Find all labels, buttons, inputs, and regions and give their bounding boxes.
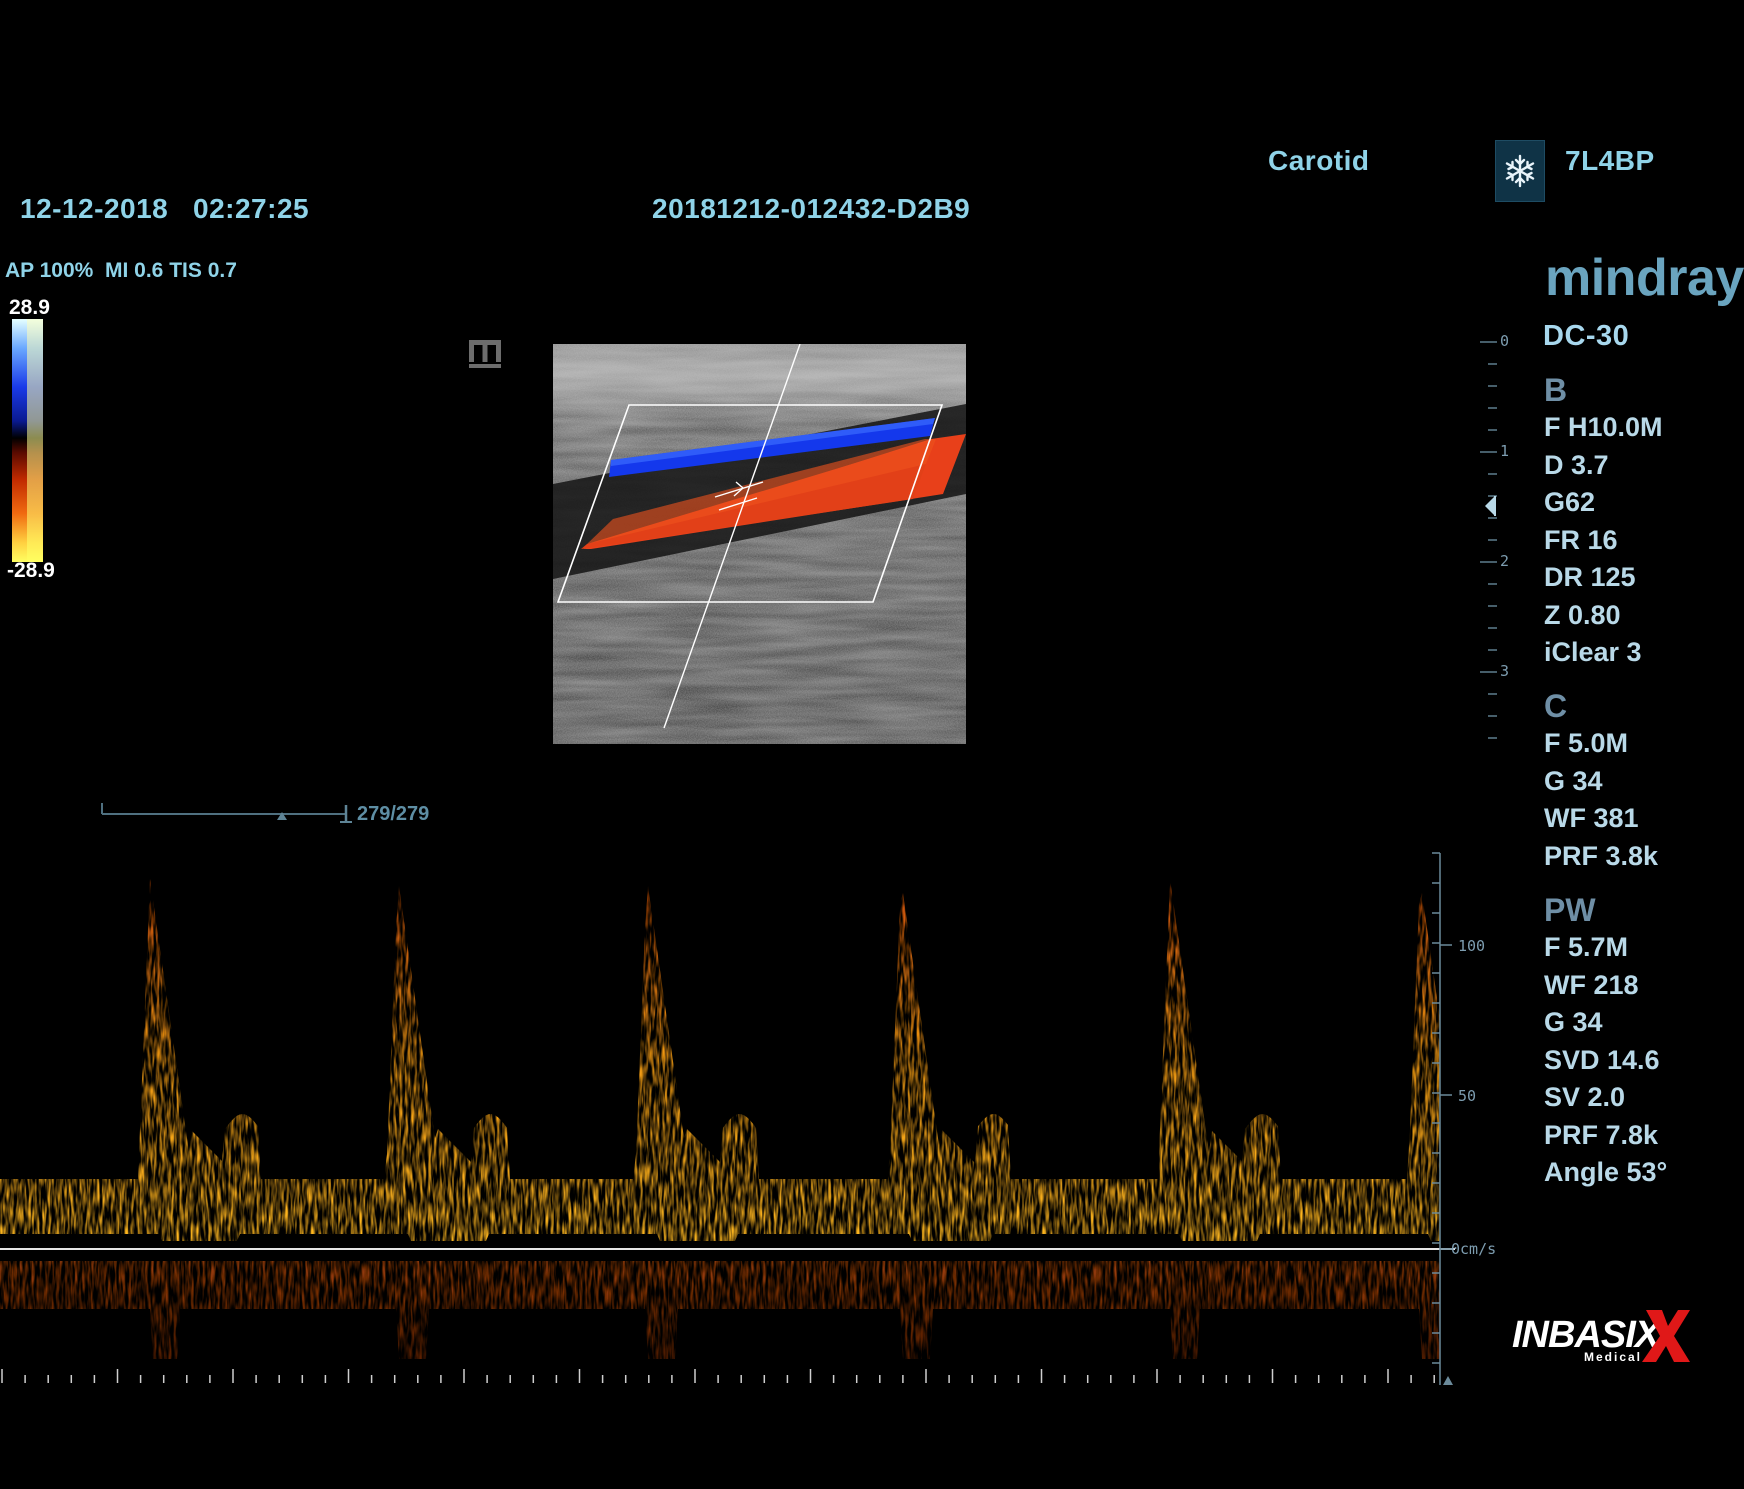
params-pw-title: PW <box>1544 892 1596 928</box>
freeze-button[interactable] <box>1495 140 1545 202</box>
exam-time: 02:27:25 <box>193 193 310 224</box>
m-icon <box>469 340 501 368</box>
params-b: B F H10.0M D 3.7 G62 FR 16 DR 125 Z 0.80… <box>1544 372 1663 672</box>
params-c-title: C <box>1544 688 1568 724</box>
inbasix-logo: INBASIX Medical <box>1512 1310 1690 1364</box>
param-b-gain: G62 <box>1544 487 1596 517</box>
param-pw-gain: G 34 <box>1544 1007 1603 1037</box>
param-c-wallfilter: WF 381 <box>1544 803 1639 833</box>
depth-label-0: 0 <box>1500 332 1510 350</box>
velocity-label-zero: 0cm/s <box>1451 1240 1497 1258</box>
param-b-framerate: FR 16 <box>1544 524 1618 555</box>
spectrum-aliased-flow <box>0 1261 1440 1359</box>
depth-label-2: 2 <box>1500 552 1510 570</box>
color-scale-max: 28.9 <box>9 296 50 319</box>
color-scale-bar-right <box>27 319 43 562</box>
exam-date: 12-12-2018 <box>20 193 169 224</box>
param-pw-angle: Angle 53° <box>1544 1157 1668 1187</box>
param-pw-prf: PRF 7.8k <box>1544 1119 1659 1150</box>
probe-label[interactable]: 7L4BP <box>1565 145 1655 177</box>
param-b-dynamic-range: DR 125 <box>1544 562 1636 592</box>
patient-id: 20181212-012432-D2B9 <box>652 193 971 224</box>
inbasix-logo-sub: Medical <box>1584 1350 1643 1364</box>
params-c: C F 5.0M G 34 WF 381 PRF 3.8k <box>1544 688 1658 875</box>
mindray-logo: mindray <box>1545 249 1744 307</box>
velocity-label-50: 50 <box>1458 1087 1477 1105</box>
cine-frame-counter: 279/279 <box>357 803 430 825</box>
param-b-zoom: Z 0.80 <box>1544 599 1621 630</box>
params-pw: PW F 5.7M WF 218 G 34 SVD 14.6 SV 2.0 PR… <box>1544 892 1667 1192</box>
param-pw-wallfilter: WF 218 <box>1544 969 1639 1000</box>
param-c-prf: PRF 3.8k <box>1544 840 1659 871</box>
color-scale-min: -28.9 <box>7 559 55 582</box>
bmode-color-image[interactable] <box>553 344 966 744</box>
doppler-spectrum[interactable] <box>0 845 1455 1385</box>
depth-label-1: 1 <box>1500 442 1510 460</box>
exam-preset-label[interactable]: Carotid <box>1268 145 1370 177</box>
param-pw-sv: SV 2.0 <box>1544 1082 1626 1112</box>
acoustic-output-readout: AP 100% MI 0.6 TIS 0.7 <box>5 259 237 282</box>
param-b-depth: D 3.7 <box>1544 449 1609 480</box>
param-c-gain: G 34 <box>1544 765 1603 796</box>
param-pw-svd: SVD 14.6 <box>1544 1044 1660 1075</box>
focus-marker-icon[interactable] <box>1483 494 1497 518</box>
param-pw-freq: F 5.7M <box>1544 932 1629 962</box>
param-c-freq: F 5.0M <box>1544 728 1629 758</box>
depth-label-3: 3 <box>1500 662 1510 680</box>
velocity-label-100: 100 <box>1458 937 1486 955</box>
spectrum-forward-flow <box>0 879 1440 1241</box>
params-b-title: B <box>1544 372 1568 408</box>
param-b-iclear: iClear 3 <box>1544 637 1642 667</box>
cine-slider[interactable] <box>100 800 355 830</box>
depth-scale: 0 1 2 3 <box>1480 330 1520 740</box>
model-name: DC-30 <box>1543 320 1630 352</box>
snowflake-icon <box>1505 154 1535 188</box>
x-mark-icon <box>1642 1310 1690 1362</box>
param-b-freq: F H10.0M <box>1544 412 1663 442</box>
